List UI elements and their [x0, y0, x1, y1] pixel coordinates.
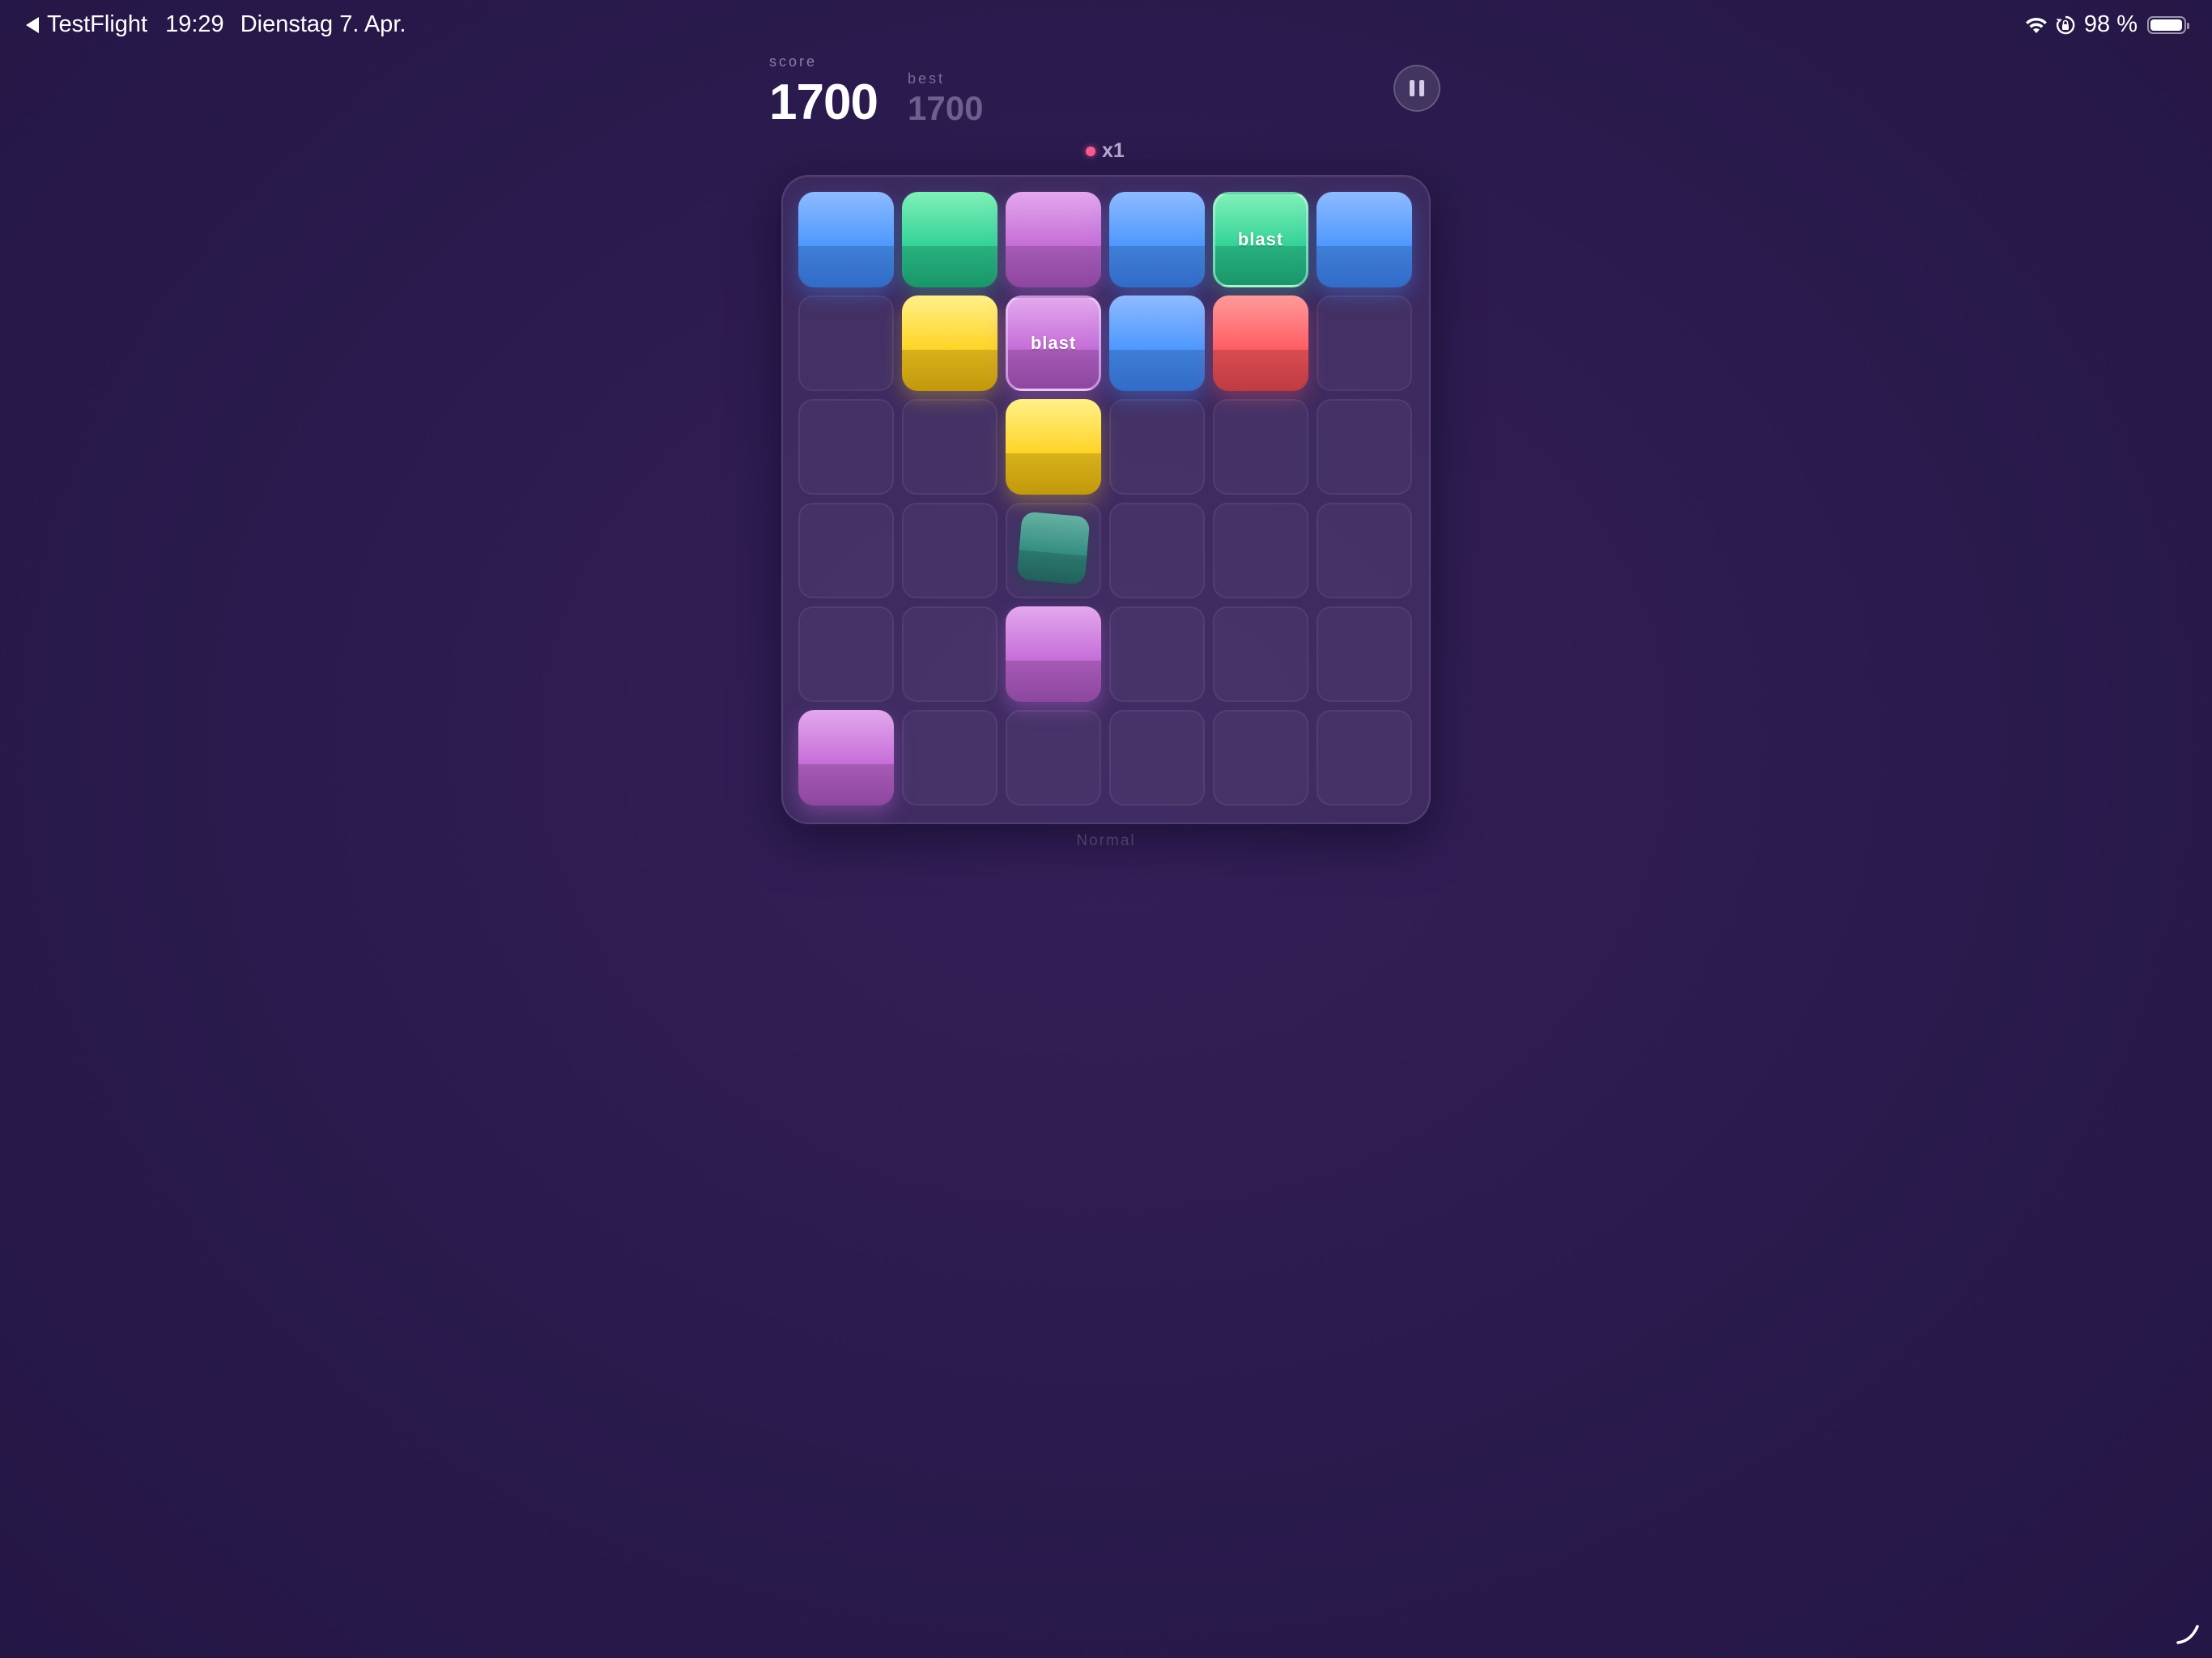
best-block: best 1700 [908, 70, 983, 128]
blue-tile[interactable] [1317, 192, 1412, 287]
board-cell[interactable] [1109, 503, 1205, 598]
status-time: 19:29 [165, 11, 224, 37]
board-cell[interactable] [1006, 710, 1101, 806]
score-label: score [769, 53, 818, 70]
board-cell[interactable] [1317, 503, 1412, 598]
board-cell[interactable] [1109, 710, 1205, 806]
purple-tile[interactable] [798, 710, 894, 806]
score-block: score 1700 [769, 53, 878, 131]
game-mode-label: Normal [1076, 832, 1136, 849]
battery-percentage: 98 % [2083, 11, 2138, 37]
blast-tile[interactable]: blast [1213, 192, 1308, 287]
board-cell[interactable] [1317, 295, 1412, 391]
blast-tile[interactable]: blast [1006, 295, 1101, 391]
combo-multiplier: x1 [1102, 139, 1125, 162]
board-cell[interactable] [1109, 399, 1205, 495]
board-cell[interactable] [798, 399, 894, 495]
battery-fill [2150, 19, 2183, 31]
blue-tile[interactable] [1109, 295, 1205, 391]
yellow-tile[interactable] [1006, 399, 1101, 495]
purple-tile[interactable] [1006, 192, 1101, 287]
battery-icon [2147, 15, 2189, 34]
red-tile[interactable] [1213, 295, 1308, 391]
board-cell[interactable] [1213, 606, 1308, 702]
best-label: best [908, 70, 946, 87]
board-cell[interactable] [1317, 399, 1412, 495]
teal-tile[interactable] [1016, 511, 1091, 585]
pause-icon [1410, 80, 1424, 96]
purple-tile[interactable] [1006, 606, 1101, 702]
orientation-lock-icon [2055, 15, 2076, 36]
board-cell[interactable] [798, 606, 894, 702]
board-cell[interactable] [1317, 606, 1412, 702]
back-arrow-icon[interactable] [26, 16, 39, 33]
green-tile[interactable] [902, 192, 998, 287]
status-bar: TestFlight 19:29 Dienstag 7. Apr. 98 % [0, 0, 2212, 52]
tile-label: blast [1237, 229, 1284, 249]
tile-label: blast [1030, 333, 1077, 353]
board-cell[interactable] [798, 295, 894, 391]
wifi-icon [2024, 15, 2048, 35]
board-cell[interactable] [1109, 606, 1205, 702]
combo-dot [1086, 146, 1095, 156]
board-cell[interactable] [1317, 710, 1412, 806]
board-cell[interactable] [902, 399, 998, 495]
back-to-testflight-link[interactable]: TestFlight [47, 11, 147, 38]
best-value: 1700 [908, 89, 984, 127]
status-date: Dienstag 7. Apr. [240, 11, 406, 37]
board-cell[interactable] [902, 710, 998, 806]
blue-tile[interactable] [1109, 192, 1205, 287]
board-cell[interactable] [1213, 710, 1308, 806]
combo-indicator: x1 [1086, 139, 1125, 163]
blue-tile[interactable] [798, 192, 894, 287]
board-cell[interactable] [798, 503, 894, 598]
board-cell[interactable] [1213, 503, 1308, 598]
game-board[interactable]: blast blast [781, 175, 1431, 824]
status-right: 98 % [2024, 11, 2189, 38]
board-cell[interactable] [1213, 399, 1308, 495]
status-left: TestFlight 19:29 Dienstag 7. Apr. [26, 11, 406, 38]
board-cell[interactable] [902, 503, 998, 598]
resize-handle-icon [2175, 1622, 2202, 1650]
pause-button[interactable] [1393, 65, 1440, 112]
score-value: 1700 [769, 74, 878, 130]
yellow-tile[interactable] [902, 295, 998, 391]
board-cell[interactable] [902, 606, 998, 702]
